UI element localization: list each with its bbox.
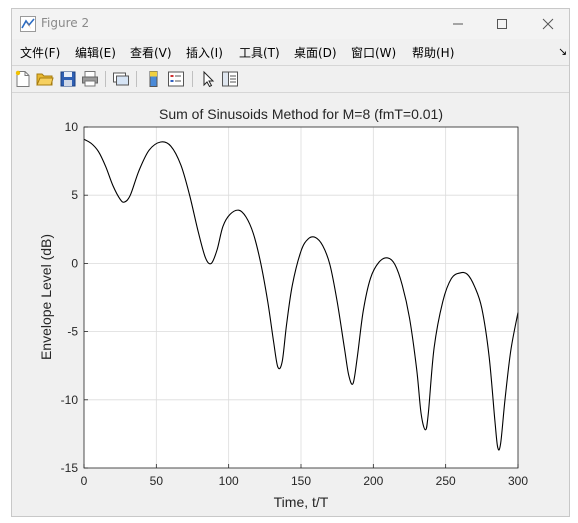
y-tick-label: 10 (65, 120, 79, 134)
menu-file[interactable]: 文件(F) (20, 44, 60, 61)
menu-insert[interactable]: 插入(I) (186, 44, 223, 61)
menu-tools[interactable]: 工具(T) (239, 44, 280, 61)
minimize-button[interactable] (448, 14, 468, 34)
maximize-icon (497, 19, 507, 29)
title-bar: Figure 2 (12, 9, 569, 39)
window-title: Figure 2 (41, 16, 90, 30)
new-figure-icon[interactable] (14, 70, 32, 88)
chart: 0 50 100 150 200 250 300 -15 -10 -5 0 5 10 Sum of Si… (38, 106, 528, 510)
close-button[interactable] (538, 14, 558, 34)
y-tick-label: -15 (61, 461, 79, 475)
legend-icon[interactable] (167, 70, 185, 88)
menu-edit[interactable]: 编辑(E) (75, 44, 116, 61)
y-tick-label: -10 (61, 393, 79, 407)
x-tick-label: 0 (81, 474, 88, 488)
figure-canvas: 0 50 100 150 200 250 300 -15 -10 -5 0 5 10 Sum of Si… (12, 94, 569, 516)
menu-window[interactable]: 窗口(W) (351, 44, 396, 61)
colorbar-icon[interactable] (145, 70, 163, 88)
y-tick-label: 5 (71, 188, 78, 202)
y-axis-label: Envelope Level (dB) (38, 234, 54, 360)
x-tick-label: 150 (291, 474, 311, 488)
close-icon (542, 18, 554, 30)
toolbar (12, 65, 569, 93)
link-plot-icon[interactable] (112, 70, 130, 88)
property-editor-icon[interactable] (221, 70, 239, 88)
x-tick-label: 200 (363, 474, 383, 488)
y-tick-label: 0 (71, 256, 78, 270)
x-tick-label: 300 (508, 474, 528, 488)
x-tick-label: 250 (436, 474, 456, 488)
menu-help[interactable]: 帮助(H) (412, 44, 454, 61)
print-icon[interactable] (81, 70, 99, 88)
x-tick-label: 50 (150, 474, 164, 488)
matlab-app-icon (20, 16, 36, 32)
maximize-button[interactable] (492, 14, 512, 34)
pointer-icon[interactable] (199, 70, 217, 88)
menu-view[interactable]: 查看(V) (130, 44, 172, 61)
y-tick-label: -5 (67, 325, 78, 339)
open-folder-icon[interactable] (36, 70, 54, 88)
minimize-icon (453, 23, 463, 25)
chart-title: Sum of Sinusoids Method for M=8 (fmT=0.0… (159, 106, 443, 122)
x-tick-label: 100 (219, 474, 239, 488)
toolbar-separator (136, 71, 137, 87)
toolbar-separator (105, 71, 106, 87)
save-icon[interactable] (59, 70, 77, 88)
x-axis-label: Time, t/T (274, 494, 329, 510)
menu-dock-arrow-icon[interactable]: ↘ (558, 45, 567, 58)
menu-bar: 文件(F) 编辑(E) 查看(V) 插入(I) 工具(T) 桌面(D) 窗口(W… (12, 40, 569, 64)
toolbar-separator (192, 71, 193, 87)
figure-window: Figure 2 文件(F) 编辑(E) 查看(V) 插入(I) 工具(T) 桌… (11, 8, 570, 517)
menu-desktop[interactable]: 桌面(D) (294, 44, 337, 61)
